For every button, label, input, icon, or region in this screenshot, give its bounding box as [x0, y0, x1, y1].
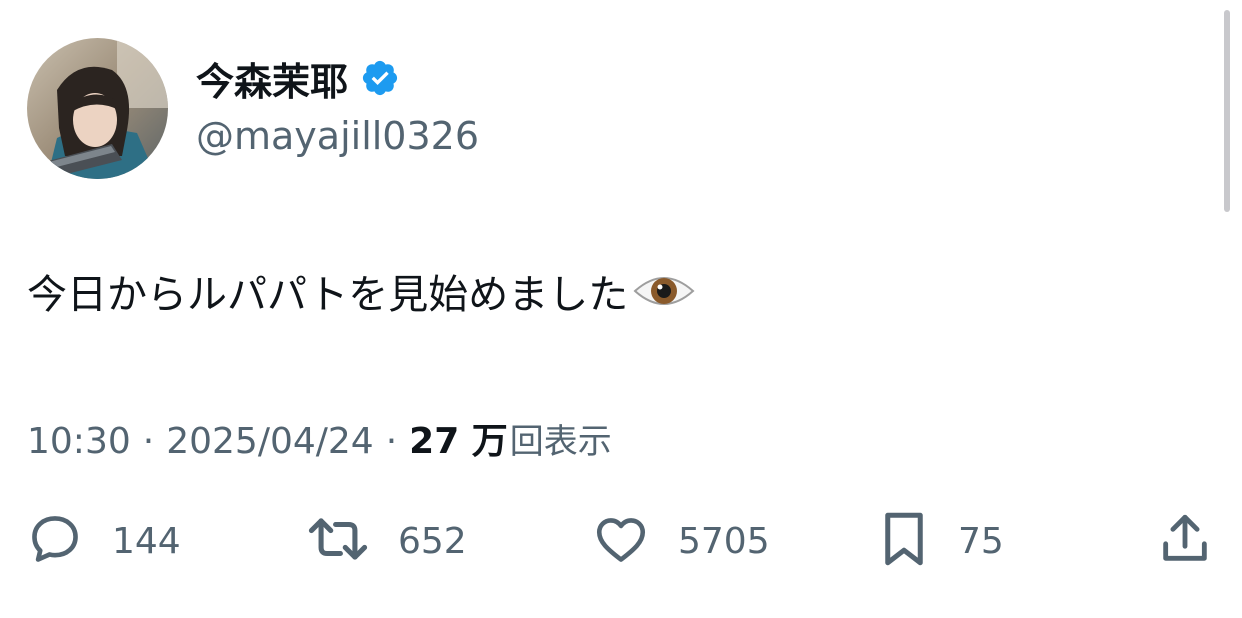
tweet-date[interactable]: 2025/04/24 — [166, 421, 374, 462]
user-handle[interactable]: @mayajill0326 — [196, 114, 479, 158]
views-label: 回表示 — [509, 422, 612, 462]
meta-separator: · — [142, 421, 155, 462]
share-button[interactable] — [1156, 510, 1214, 572]
eye-emoji-icon — [632, 269, 696, 313]
reply-button[interactable]: 144 — [26, 510, 181, 572]
reply-count: 144 — [112, 520, 181, 562]
like-button[interactable]: 5705 — [592, 510, 770, 572]
views-count: 27 万 — [409, 421, 508, 462]
share-icon — [1156, 510, 1214, 572]
bookmark-icon — [878, 509, 930, 573]
tweet-time[interactable]: 10:30 — [27, 421, 131, 462]
tweet-text: 今日からルパパトを見始めました — [27, 262, 696, 320]
tweet-meta: 10:30 · 2025/04/24 · 27 万 回表示 — [27, 412, 612, 464]
retweet-icon — [306, 510, 370, 572]
user-name-row[interactable]: 今森茉耶 — [196, 52, 400, 104]
bookmark-button[interactable]: 75 — [878, 510, 1004, 572]
verified-badge-icon — [360, 58, 400, 98]
heart-icon — [592, 510, 650, 572]
reply-icon — [26, 510, 84, 572]
scrollbar[interactable] — [1224, 10, 1230, 212]
tweet-body: 今日からルパパトを見始めました — [27, 272, 629, 318]
retweet-button[interactable]: 652 — [306, 510, 467, 572]
meta-separator: · — [385, 421, 398, 462]
retweet-count: 652 — [398, 520, 467, 562]
profile-avatar[interactable] — [27, 38, 168, 179]
display-name[interactable]: 今森茉耶 — [196, 51, 348, 106]
bookmark-count: 75 — [958, 520, 1004, 562]
like-count: 5705 — [678, 520, 770, 562]
